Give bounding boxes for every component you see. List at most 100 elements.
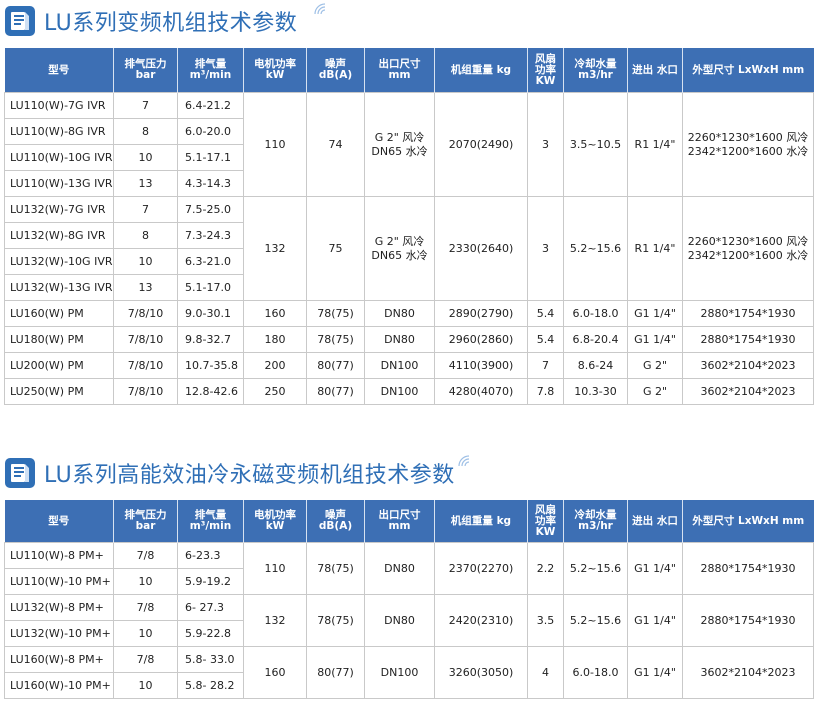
column-header: 排气量 m³/min <box>177 500 244 543</box>
weight-cell: 3260(3050) <box>434 646 528 699</box>
model-cell: LU160(W)-8 PM+ <box>4 646 114 673</box>
noise-cell: 80(77) <box>306 378 365 405</box>
flow-cell: 7.3-24.3 <box>177 222 244 249</box>
flow-cell: 5.8- 33.0 <box>177 646 244 673</box>
weight-cell: 2890(2790) <box>434 300 528 327</box>
pressure-cell: 8 <box>113 118 178 145</box>
dimension-cell: 2260*1230*1600 风冷 2342*1200*1600 水冷 <box>682 196 814 301</box>
noise-cell: 78(75) <box>306 300 365 327</box>
header-row: 型号 排气压力 bar 排气量 m³/min 电机功率 kW 噪声 dB(A) 出口尺寸 … <box>4 48 814 93</box>
outlet-cell: DN80 <box>364 326 435 353</box>
column-header: 出口尺寸 mm <box>364 48 435 93</box>
column-header: 电机功率 kW <box>243 500 307 543</box>
cell-line: G 2" 风冷 <box>374 234 425 248</box>
model-cell: LU160(W)-10 PM+ <box>4 672 114 699</box>
fan-cell: 5.4 <box>527 326 564 353</box>
pressure-cell: 10 <box>113 248 178 275</box>
noise-cell: 74 <box>306 92 365 197</box>
outlet-cell: G 2" 风冷 DN65 水冷 <box>364 92 435 197</box>
section-title-1: LU系列变频机组技术参数 <box>4 3 326 38</box>
power-cell: 160 <box>243 646 307 699</box>
power-cell: 110 <box>243 542 307 595</box>
signal-icon <box>314 3 326 15</box>
flow-cell: 5.1-17.1 <box>177 144 244 171</box>
model-cell: LU160(W) PM <box>4 300 114 327</box>
section-title-2: LU系列高能效油冷永磁变频机组技术参数 <box>4 455 471 490</box>
cell-line: 2342*1200*1600 水冷 <box>687 248 809 262</box>
power-cell: 110 <box>243 92 307 197</box>
cell-line: DN65 水冷 <box>371 248 428 262</box>
power-cell: 132 <box>243 594 307 647</box>
weight-cell: 2370(2270) <box>434 542 528 595</box>
outlet-cell: DN80 <box>364 542 435 595</box>
water-cell: 5.2~15.6 <box>563 542 628 595</box>
flow-cell: 5.8- 28.2 <box>177 672 244 699</box>
table-2-body: LU110(W)-8 PM+ 7/8 6-23.3 110 78(75) DN80 2370… <box>4 542 814 699</box>
port-cell: G1 1/4" <box>627 594 683 647</box>
pressure-cell: 13 <box>113 274 178 301</box>
weight-cell: 2070(2490) <box>434 92 528 197</box>
cell-line: 2342*1200*1600 水冷 <box>687 144 809 158</box>
fan-cell: 3.5 <box>527 594 564 647</box>
pressure-cell: 13 <box>113 170 178 197</box>
model-cell: LU110(W)-8 PM+ <box>4 542 114 569</box>
table-row: LU160(W)-8 PM+ 7/8 5.8- 33.0 160 80(77) DN100… <box>4 646 814 699</box>
column-header: 型号 <box>4 500 114 543</box>
header-row: 型号 排气压力 bar 排气量 m³/min 电机功率 kW 噪声 dB(A) 出口尺寸 … <box>4 500 814 543</box>
pressure-cell: 7/8 <box>113 542 178 569</box>
table-row: LU110(W)-7G IVR 7 6.4-21.2 110 74 G 2" 风冷 DN65… <box>4 92 814 197</box>
column-header: 噪声 dB(A) <box>306 500 365 543</box>
noise-cell: 80(77) <box>306 646 365 699</box>
model-cell: LU250(W) PM <box>4 378 114 405</box>
flow-cell: 9.0-30.1 <box>177 300 244 327</box>
power-cell: 200 <box>243 352 307 379</box>
power-cell: 250 <box>243 378 307 405</box>
book-icon <box>4 5 36 37</box>
fan-cell: 3 <box>527 92 564 197</box>
noise-cell: 80(77) <box>306 352 365 379</box>
pressure-cell: 10 <box>113 620 178 647</box>
flow-cell: 4.3-14.3 <box>177 170 244 197</box>
noise-cell: 78(75) <box>306 542 365 595</box>
water-cell: 6.0-18.0 <box>563 646 628 699</box>
spec-table-2: 型号 排气压力 bar 排气量 m³/min 电机功率 kW 噪声 dB(A) 出口尺寸 … <box>4 500 814 699</box>
pressure-cell: 10 <box>113 568 178 595</box>
table-row: LU200(W) PM 7/8/10 10.7-35.8 200 80(77) DN100… <box>4 352 814 379</box>
model-cell: LU132(W)-7G IVR <box>4 196 114 223</box>
table-row: LU180(W) PM 7/8/10 9.8-32.7 180 78(75) DN80 29… <box>4 326 814 353</box>
column-header: 排气压力 bar <box>113 48 178 93</box>
column-header: 排气压力 bar <box>113 500 178 543</box>
model-cell: LU132(W)-8 PM+ <box>4 594 114 621</box>
pressure-cell: 7/8/10 <box>113 300 178 327</box>
table-row: LU110(W)-8 PM+ 7/8 6-23.3 110 78(75) DN80 2370… <box>4 542 814 595</box>
port-cell: G1 1/4" <box>627 542 683 595</box>
flow-cell: 6.0-20.0 <box>177 118 244 145</box>
column-header: 排气量 m³/min <box>177 48 244 93</box>
port-cell: G 2" <box>627 352 683 379</box>
outlet-cell: DN100 <box>364 646 435 699</box>
model-cell: LU200(W) PM <box>4 352 114 379</box>
water-cell: 5.2~15.6 <box>563 196 628 301</box>
water-cell: 6.0-18.0 <box>563 300 628 327</box>
table-row: LU132(W)-7G IVR 7 7.5-25.0 132 75 G 2" 风冷 DN65… <box>4 196 814 301</box>
dimension-cell: 3602*2104*2023 <box>682 378 814 405</box>
model-cell: LU110(W)-10 PM+ <box>4 568 114 595</box>
port-cell: G1 1/4" <box>627 300 683 327</box>
noise-cell: 75 <box>306 196 365 301</box>
water-cell: 6.8-20.4 <box>563 326 628 353</box>
pressure-cell: 8 <box>113 222 178 249</box>
column-header: 外型尺寸 LxWxH mm <box>682 500 814 543</box>
column-header: 风扇 功率 KW <box>527 500 564 543</box>
column-header: 噪声 dB(A) <box>306 48 365 93</box>
table-1-body: LU110(W)-7G IVR 7 6.4-21.2 110 74 G 2" 风冷 DN65… <box>4 92 814 405</box>
noise-cell: 78(75) <box>306 594 365 647</box>
power-cell: 160 <box>243 300 307 327</box>
column-header: 进出 水口 <box>627 500 683 543</box>
pressure-cell: 7 <box>113 92 178 119</box>
column-header: 出口尺寸 mm <box>364 500 435 543</box>
flow-cell: 6- 27.3 <box>177 594 244 621</box>
water-cell: 3.5~10.5 <box>563 92 628 197</box>
model-cell: LU132(W)-10 PM+ <box>4 620 114 647</box>
weight-cell: 2330(2640) <box>434 196 528 301</box>
column-header: 冷却水量 m3/hr <box>563 48 628 93</box>
